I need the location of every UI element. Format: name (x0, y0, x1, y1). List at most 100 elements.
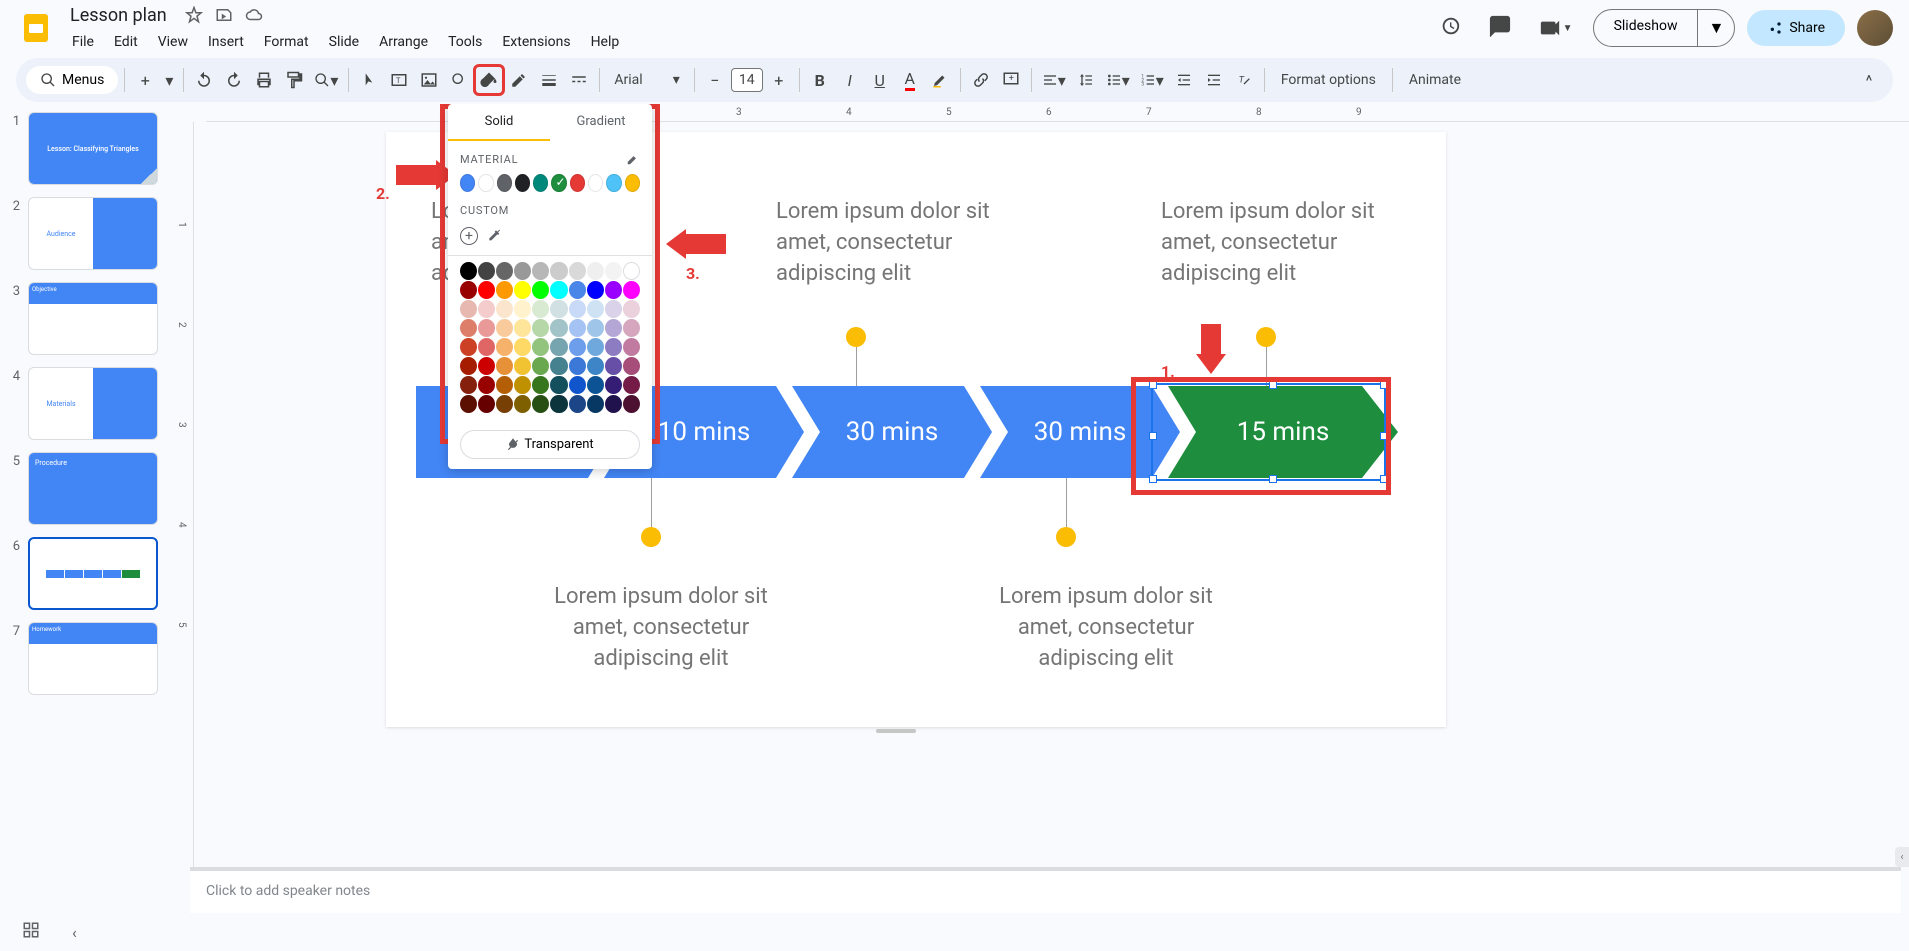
prev-icon[interactable]: ‹ (66, 917, 83, 948)
zoom-button[interactable]: ▾ (310, 66, 342, 94)
tab-solid[interactable]: Solid (448, 104, 550, 141)
arrow-3[interactable]: 30 mins (792, 386, 992, 478)
slide-grab-bar[interactable] (876, 729, 916, 733)
numbered-list-button[interactable]: 123 ▾ (1136, 66, 1168, 94)
color-swatch[interactable] (496, 357, 513, 375)
link-button[interactable] (967, 66, 995, 94)
color-swatch[interactable] (569, 376, 586, 394)
color-swatch[interactable] (569, 281, 586, 299)
slide-thumb-6[interactable] (28, 537, 158, 610)
color-swatch[interactable] (478, 395, 495, 413)
color-swatch[interactable] (569, 300, 586, 318)
color-swatch[interactable] (569, 357, 586, 375)
new-slide-button[interactable]: + (131, 66, 159, 94)
color-swatch[interactable] (623, 338, 640, 356)
color-swatch[interactable] (532, 395, 549, 413)
shape-button[interactable] (445, 66, 473, 94)
font-size-decrease[interactable]: − (701, 66, 729, 94)
explore-tab[interactable]: ‹ (1895, 847, 1909, 867)
underline-button[interactable]: U (866, 66, 894, 94)
color-swatch[interactable] (532, 376, 549, 394)
bold-button[interactable]: B (806, 66, 834, 94)
color-swatch[interactable] (587, 376, 604, 394)
align-button[interactable]: ▾ (1038, 66, 1070, 94)
meet-icon[interactable]: ▼ (1531, 9, 1581, 47)
menu-help[interactable]: Help (583, 30, 628, 54)
color-swatch[interactable] (478, 300, 495, 318)
color-swatch[interactable] (532, 357, 549, 375)
color-swatch[interactable] (623, 395, 640, 413)
color-swatch[interactable] (478, 174, 493, 192)
new-slide-dropdown[interactable]: ▾ (161, 66, 177, 94)
color-swatch[interactable] (605, 300, 622, 318)
color-swatch[interactable] (550, 338, 567, 356)
color-swatch[interactable] (550, 319, 567, 337)
user-avatar[interactable] (1857, 10, 1893, 46)
color-swatch[interactable] (478, 357, 495, 375)
color-swatch[interactable] (587, 281, 604, 299)
color-swatch[interactable] (514, 338, 531, 356)
color-swatch[interactable] (550, 300, 567, 318)
menu-arrange[interactable]: Arrange (371, 30, 436, 54)
text-top-3[interactable]: Lorem ipsum dolor sit amet, consectetur … (1161, 197, 1421, 289)
eyedropper-icon[interactable] (486, 227, 502, 243)
color-swatch[interactable] (605, 281, 622, 299)
color-swatch[interactable] (550, 357, 567, 375)
color-swatch[interactable] (587, 357, 604, 375)
textbox-button[interactable]: T (385, 66, 413, 94)
speaker-notes[interactable]: Click to add speaker notes (190, 867, 1901, 913)
slideshow-button[interactable]: Slideshow (1594, 10, 1699, 46)
slide-thumb-2[interactable]: Audience (28, 197, 158, 270)
color-swatch[interactable] (623, 319, 640, 337)
slideshow-dropdown[interactable]: ▼ (1698, 10, 1734, 46)
color-swatch[interactable] (514, 357, 531, 375)
color-swatch[interactable] (496, 319, 513, 337)
color-swatch[interactable] (532, 281, 549, 299)
menu-view[interactable]: View (150, 30, 196, 54)
color-swatch[interactable] (496, 376, 513, 394)
slide-thumb-4[interactable]: Materials (28, 367, 158, 440)
color-swatch[interactable] (569, 319, 586, 337)
color-swatch[interactable] (532, 319, 549, 337)
color-swatch[interactable] (514, 376, 531, 394)
color-swatch[interactable] (478, 281, 495, 299)
redo-button[interactable] (220, 66, 248, 94)
color-swatch[interactable] (533, 174, 548, 192)
color-swatch[interactable] (460, 174, 475, 192)
color-swatch[interactable] (532, 262, 549, 280)
font-selector[interactable]: Arial▾ (606, 68, 687, 92)
move-icon[interactable] (215, 6, 233, 24)
color-swatch[interactable] (460, 376, 477, 394)
color-swatch[interactable] (460, 357, 477, 375)
color-swatch[interactable] (478, 338, 495, 356)
color-swatch[interactable] (550, 262, 567, 280)
color-swatch[interactable] (623, 376, 640, 394)
color-swatch[interactable] (496, 395, 513, 413)
color-swatch[interactable] (514, 395, 531, 413)
cloud-icon[interactable] (245, 6, 263, 24)
color-swatch[interactable] (532, 338, 549, 356)
collapse-toolbar-button[interactable]: ^ (1855, 66, 1883, 94)
color-swatch[interactable] (625, 174, 640, 192)
text-top-2[interactable]: Lorem ipsum dolor sit amet, consectetur … (776, 197, 1036, 289)
color-swatch[interactable] (605, 357, 622, 375)
border-weight-button[interactable] (535, 66, 563, 94)
color-swatch[interactable] (460, 395, 477, 413)
color-swatch[interactable] (460, 319, 477, 337)
italic-button[interactable]: I (836, 66, 864, 94)
color-swatch[interactable] (587, 300, 604, 318)
indent-decrease-button[interactable] (1170, 66, 1198, 94)
color-swatch[interactable] (587, 262, 604, 280)
color-swatch[interactable] (496, 281, 513, 299)
undo-button[interactable] (190, 66, 218, 94)
bullet-list-button[interactable]: ▾ (1102, 66, 1134, 94)
color-swatch[interactable] (550, 376, 567, 394)
slide-thumb-7[interactable]: Homework (28, 622, 158, 695)
comment-add-button[interactable]: + (997, 66, 1025, 94)
color-swatch[interactable] (460, 300, 477, 318)
menus-search[interactable]: Menus (26, 66, 118, 94)
document-title[interactable]: Lesson plan (64, 3, 173, 28)
transparent-button[interactable]: Transparent (460, 430, 640, 459)
color-swatch[interactable] (569, 262, 586, 280)
text-bottom-2[interactable]: Lorem ipsum dolor sit amet, consectetur … (976, 582, 1236, 674)
